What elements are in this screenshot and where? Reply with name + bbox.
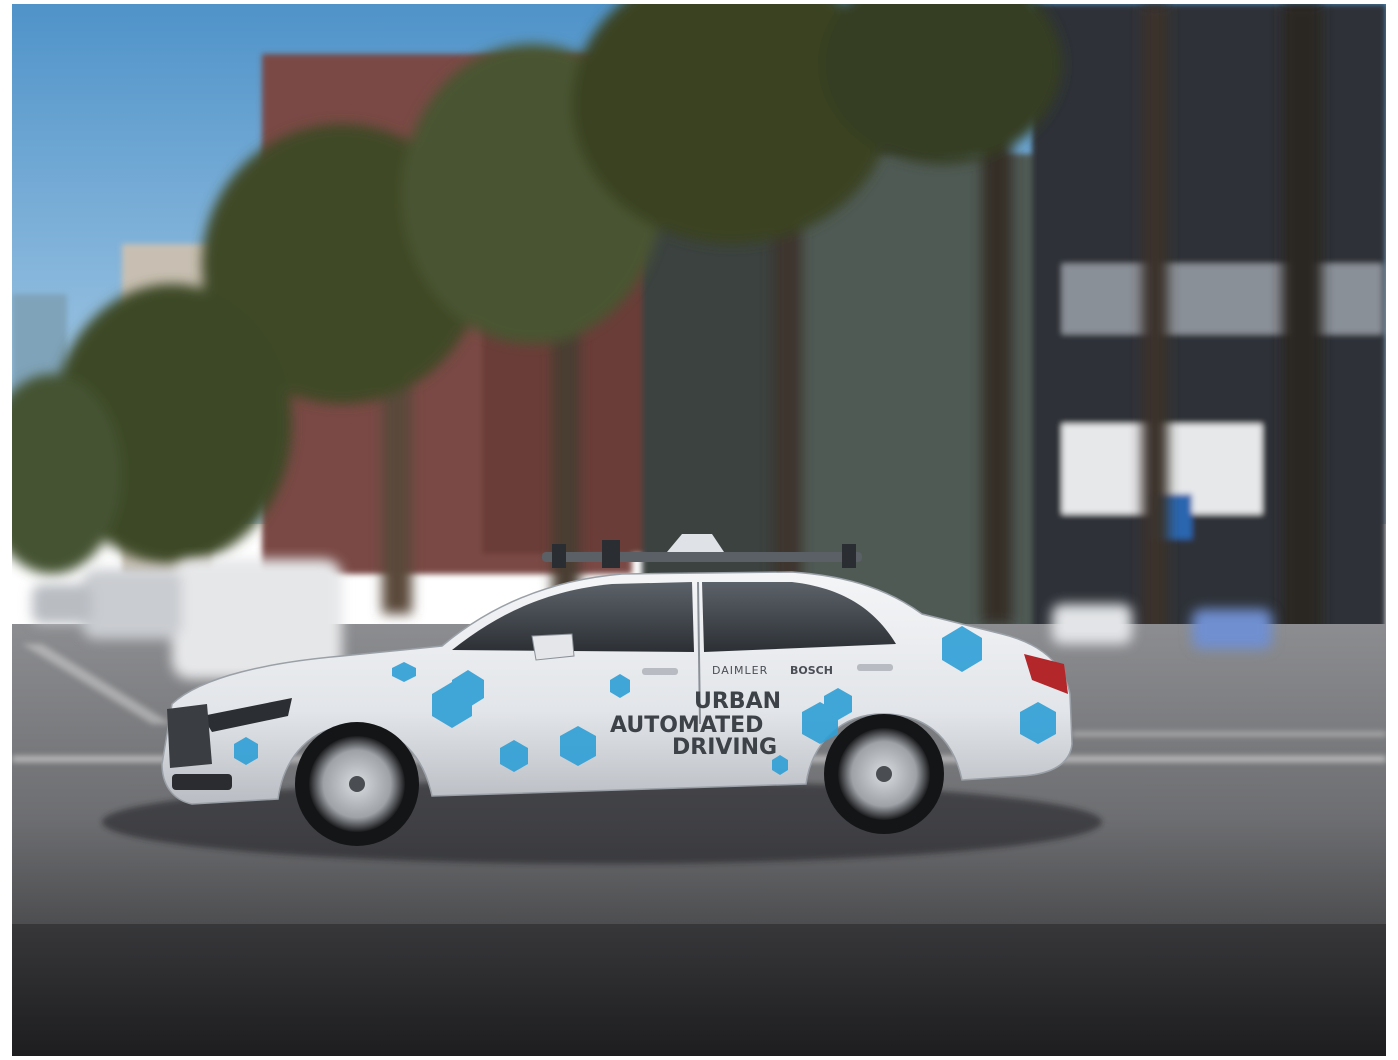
photo-canvas: DAIMLER BOSCH URBAN AUTOMATED DRIVING xyxy=(12,4,1386,1056)
front-grille xyxy=(167,704,212,768)
side-mirror xyxy=(531,633,575,661)
bottom-vignette xyxy=(12,924,1386,1056)
front-wheel xyxy=(295,722,419,846)
rear-wheel xyxy=(824,714,944,834)
street-photo: DAIMLER BOSCH URBAN AUTOMATED DRIVING xyxy=(12,4,1386,1056)
decal-text-driving: DRIVING xyxy=(672,735,777,760)
decal-text-urban: URBAN xyxy=(694,689,781,714)
roof-sensor-rack xyxy=(542,552,862,562)
sponsor-daimler-text: DAIMLER xyxy=(712,664,768,677)
sponsor-bosch-text: BOSCH xyxy=(790,664,833,677)
